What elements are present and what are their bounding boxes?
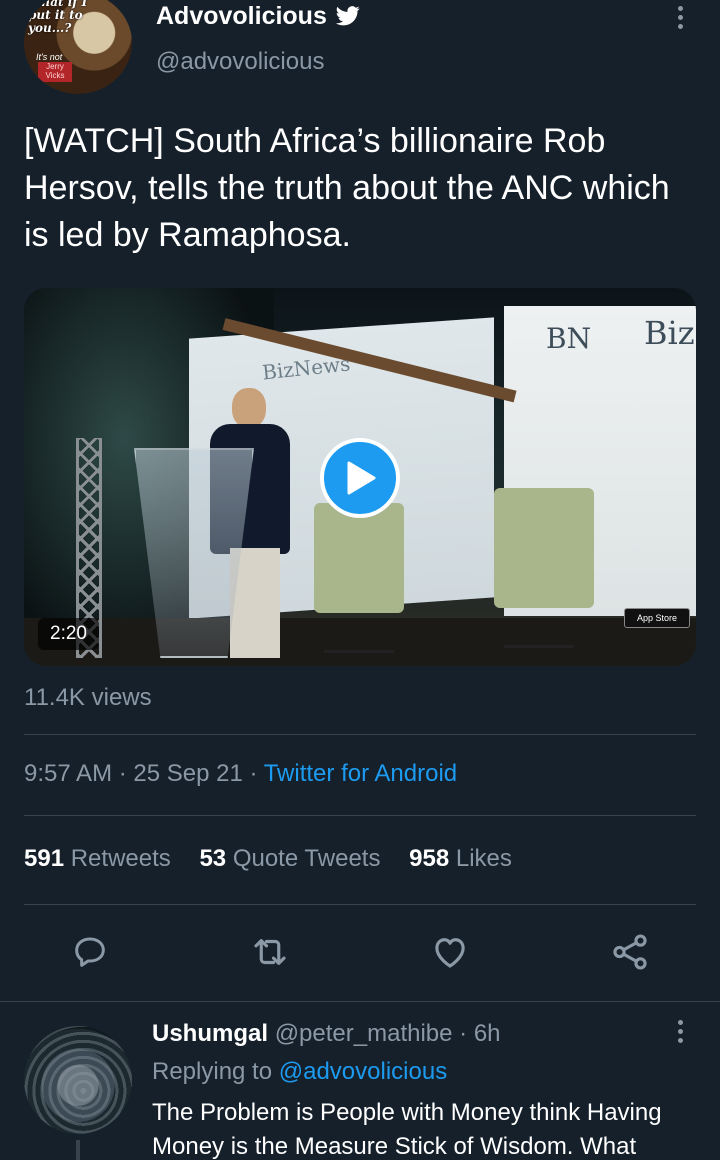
stage-chair	[314, 503, 404, 653]
tweet-source-link[interactable]: Twitter for Android	[264, 760, 457, 787]
tweet-meta: 9:57 AM · 25 Sep 21 · Twitter for Androi…	[24, 760, 457, 788]
section-divider	[0, 1001, 720, 1002]
reply-display-name[interactable]: Ushumgal	[152, 1020, 268, 1047]
video-brand-bn: BN	[546, 322, 592, 355]
replying-to-prefix: Replying to	[152, 1058, 279, 1085]
reply-text: The Problem is People with Money think H…	[152, 1099, 662, 1160]
share-button[interactable]	[606, 928, 654, 976]
divider	[24, 904, 696, 905]
author-display-name[interactable]: Advovolicious	[156, 2, 327, 31]
reply-author-avatar[interactable]	[24, 1026, 132, 1134]
retweets-count: 591	[24, 845, 65, 872]
quote-tweets-stat[interactable]: 53 Quote Tweets	[199, 845, 380, 872]
likes-stat[interactable]: 958 Likes	[409, 845, 512, 872]
play-icon	[347, 461, 376, 495]
tweet-text: [WATCH] South Africa’s billionaire Rob H…	[24, 122, 670, 254]
app-store-badge: App Store	[624, 608, 690, 628]
video-player[interactable]: BN Biz BizNews App Store 2:20	[24, 288, 696, 666]
stage-chair	[494, 488, 594, 648]
avatar-caption-3: Jerry Vicks	[38, 62, 72, 82]
retweet-icon	[254, 939, 286, 965]
likes-count: 958	[409, 845, 450, 872]
play-button[interactable]	[320, 438, 400, 518]
avatar-caption-2: It's not	[36, 52, 63, 62]
engagement-stats: 591 Retweets 53 Quote Tweets 958 Likes	[24, 845, 534, 873]
share-icon	[613, 934, 647, 970]
likes-label: Likes	[455, 845, 512, 872]
retweets-stat[interactable]: 591 Retweets	[24, 845, 171, 872]
like-button[interactable]	[426, 928, 474, 976]
tweet-header: What if I put it to you...? It's not Jer…	[24, 0, 696, 100]
video-duration: 2:20	[38, 618, 99, 650]
reply-icon	[75, 937, 105, 967]
thread-line	[76, 1140, 80, 1160]
divider	[24, 815, 696, 816]
replying-to: Replying to @advovolicious	[152, 1058, 447, 1086]
tweet-timestamp: 9:57 AM · 25 Sep 21 ·	[24, 760, 264, 787]
replying-to-handle[interactable]: @advovolicious	[279, 1058, 447, 1085]
author-avatar[interactable]: What if I put it to you...? It's not Jer…	[24, 0, 132, 94]
more-options-icon[interactable]	[676, 6, 684, 34]
quote-tweets-label: Quote Tweets	[232, 845, 381, 872]
tweet-actions	[24, 928, 696, 978]
retweets-label: Retweets	[70, 845, 171, 872]
video-brand-biz: Biz	[644, 314, 695, 352]
reply-header: Ushumgal @peter_mathibe · 6h	[152, 1020, 501, 1048]
divider	[24, 734, 696, 735]
twitter-bird-icon	[336, 6, 360, 26]
reply-handle[interactable]: @peter_mathibe	[275, 1020, 453, 1047]
reply-button[interactable]	[66, 928, 114, 976]
like-icon	[435, 938, 465, 968]
reply-more-options-icon[interactable]	[676, 1020, 684, 1048]
retweet-button[interactable]	[246, 928, 294, 976]
quote-tweets-count: 53	[199, 845, 227, 872]
author-handle[interactable]: @advovolicious	[156, 48, 324, 76]
avatar-caption: What if I put it to you...?	[28, 0, 88, 35]
reply-time: · 6h	[452, 1020, 501, 1047]
view-count: 11.4K views	[24, 684, 152, 711]
